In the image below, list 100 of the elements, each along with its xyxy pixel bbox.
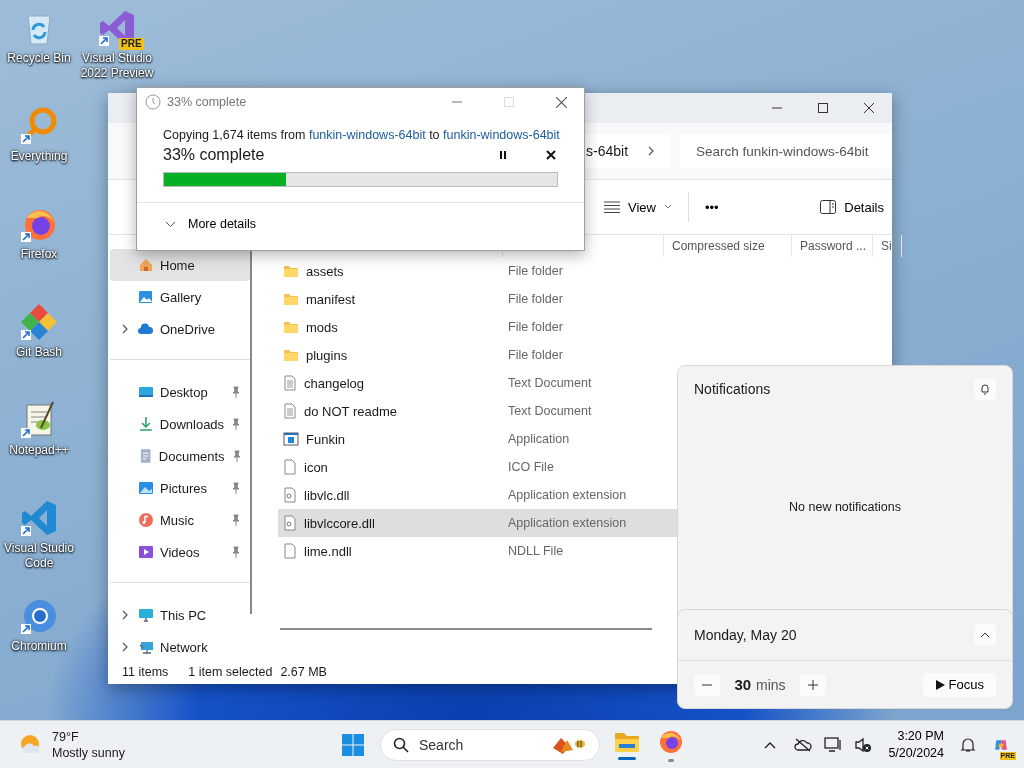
nav-item[interactable]: OneDrive (110, 313, 250, 345)
chevron-right-icon[interactable] (120, 610, 130, 620)
monitor-icon (138, 607, 154, 623)
file-row[interactable]: icon ICO File (278, 453, 902, 481)
column-header[interactable]: Si (873, 235, 902, 257)
ribbon-logo-icon (19, 498, 59, 538)
file-row[interactable]: do NOT readme Text Document (278, 397, 902, 425)
windows-logo-icon (341, 733, 365, 757)
calendar-date: Monday, May 20 (694, 627, 797, 643)
file-type: Application extension (508, 488, 627, 502)
speaker-muted-icon[interactable] (854, 737, 873, 753)
chevron-right-icon[interactable] (120, 324, 130, 334)
chevron-down-icon (165, 220, 176, 228)
magnifier-logo-icon (19, 106, 59, 146)
more-details-button[interactable]: More details (165, 217, 257, 231)
diamond-logo-icon (19, 302, 59, 342)
file-name: manifest (306, 291, 356, 307)
file-name: libvlccore.dll (304, 515, 375, 531)
chevron-right-icon[interactable] (120, 642, 130, 652)
copy-message: Copying 1,674 items from funkin-windows-64bit to funkin-windows-64bit (163, 128, 558, 142)
nav-item[interactable]: Downloads (110, 408, 250, 440)
details-pane-button[interactable]: Details (812, 193, 892, 221)
file-row[interactable]: assets File folder (278, 257, 902, 285)
source-folder-link[interactable]: funkin-windows-64bit (308, 128, 426, 142)
search-icon (393, 737, 409, 753)
pin-icon (230, 386, 242, 398)
gear-file-icon (282, 487, 298, 503)
file-name: changelog (304, 375, 364, 391)
destination-folder-link[interactable]: funkin-windows-64bit (443, 128, 560, 142)
close-icon (864, 103, 874, 113)
folder-icon (282, 263, 300, 279)
file-name: Funkin (306, 431, 346, 447)
file-row[interactable]: mods File folder (278, 313, 902, 341)
nav-item[interactable]: Home (110, 249, 250, 281)
nav-item[interactable]: Gallery (110, 281, 250, 313)
clock-time: 3:20 PM (897, 728, 944, 745)
do-not-disturb-button[interactable] (974, 378, 996, 400)
focus-minutes: 30 (734, 676, 752, 693)
pause-icon (498, 150, 508, 160)
nav-item[interactable]: Desktop (110, 376, 250, 408)
nav-item[interactable]: Documents (110, 440, 250, 472)
column-header[interactable]: Compressed size (664, 235, 792, 257)
nav-label: Home (160, 257, 196, 273)
item-count: 11 items (122, 665, 169, 679)
nav-item[interactable]: Network (110, 631, 250, 663)
increase-button[interactable] (800, 673, 826, 696)
clock[interactable]: 3:20 PM 5/20/2024 (884, 728, 948, 762)
file-name: plugins (306, 347, 348, 363)
network-monitor-icon[interactable] (824, 737, 843, 753)
file-type: File folder (508, 320, 563, 334)
nav-item[interactable]: This PC (110, 599, 250, 631)
weather-condition: Mostly sunny (52, 745, 125, 761)
download-arrow-icon (137, 416, 154, 432)
nav-item[interactable]: Videos (110, 536, 250, 568)
taskbar-search-field[interactable]: Search (380, 729, 600, 761)
bell-icon[interactable] (960, 737, 976, 753)
file-type: Application (508, 432, 570, 446)
file-type: File folder (508, 264, 563, 278)
nav-label: OneDrive (160, 321, 216, 337)
file-name: mods (306, 319, 338, 335)
maximize-icon (504, 97, 514, 107)
pin-icon (230, 546, 242, 558)
file-row[interactable]: plugins File folder (278, 341, 902, 369)
close-icon (546, 150, 556, 160)
text-file-icon (282, 403, 298, 419)
nav-label: Desktop (160, 384, 209, 400)
blank-file-icon (282, 543, 298, 559)
file-row[interactable]: lime.ndll NDLL File (278, 537, 902, 565)
desktop-icon (138, 384, 154, 400)
fox-globe-icon (658, 728, 684, 755)
decrease-button[interactable] (694, 673, 720, 696)
network-icon (138, 639, 154, 655)
dialog-title: 33% complete (167, 95, 248, 109)
nav-label: Gallery (160, 289, 203, 305)
column-header[interactable]: Password ... (792, 235, 873, 257)
file-row[interactable]: manifest File folder (278, 285, 902, 313)
cloud-icon (138, 321, 154, 337)
more-options-button[interactable]: ••• (696, 193, 727, 221)
nav-item[interactable]: Pictures (110, 472, 250, 504)
file-row[interactable]: Funkin Application (278, 425, 902, 453)
nav-label: Downloads (159, 416, 225, 432)
nav-label: Network (160, 639, 209, 655)
folder-icon (282, 347, 300, 363)
music-note-icon (138, 512, 154, 528)
nav-item[interactable]: Music (110, 504, 250, 536)
search-field[interactable]: Search funkin-windows-64bit (680, 134, 892, 168)
folder-icon (282, 319, 300, 335)
file-name: do NOT readme (304, 403, 397, 419)
breadcrumb[interactable]: s-64bit (586, 143, 629, 159)
cloud-off-icon[interactable] (794, 738, 813, 752)
view-button[interactable]: View (596, 193, 680, 221)
minutes-unit: mins (756, 677, 786, 693)
weather-widget[interactable]: 79°F Mostly sunny (0, 729, 336, 761)
file-type: Application extension (508, 516, 627, 530)
focus-button[interactable]: Focus (922, 672, 996, 697)
film-icon (138, 544, 154, 560)
file-name: assets (306, 263, 344, 279)
file-type: File folder (508, 348, 563, 362)
horizontal-scrollbar[interactable] (280, 628, 652, 630)
plus-icon (808, 679, 818, 690)
